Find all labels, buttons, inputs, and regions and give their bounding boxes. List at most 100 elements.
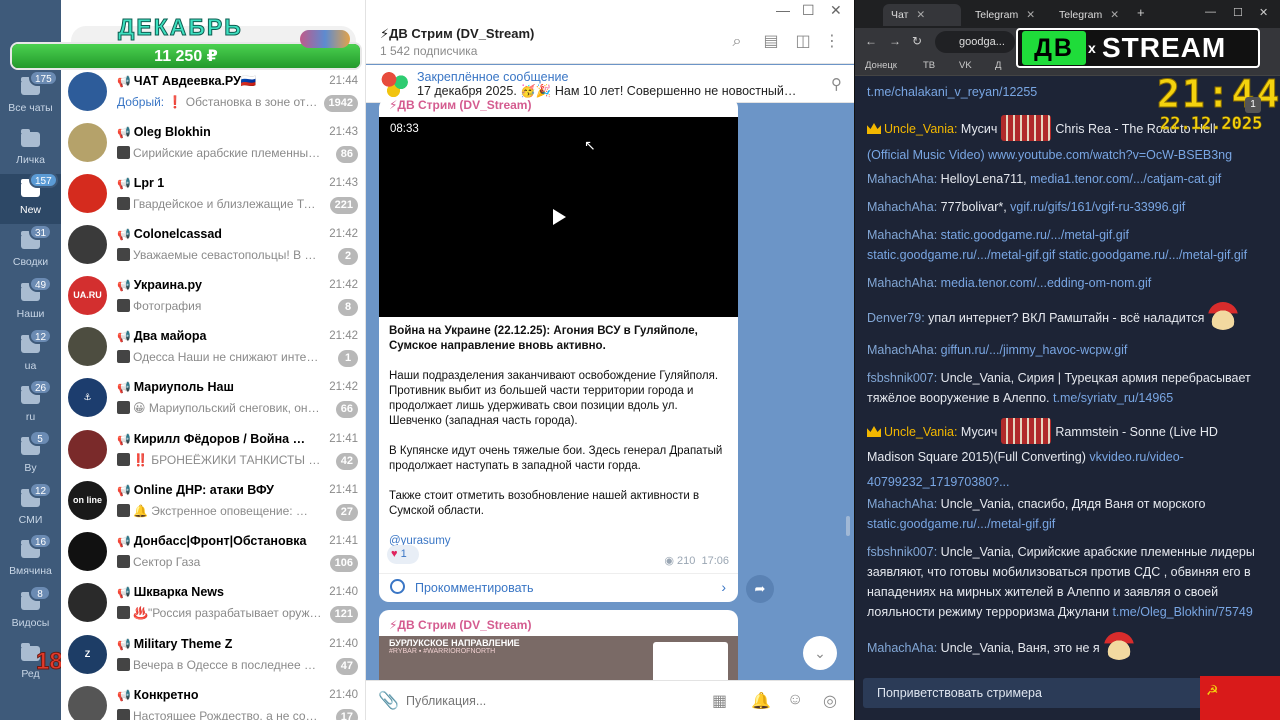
reaction-chip[interactable]: ♥ 1 — [387, 545, 419, 564]
folder-smi[interactable]: 12 СМИ — [0, 482, 61, 534]
message-link[interactable]: media1.tenor.com/.../catjam-cat.gif — [1030, 172, 1221, 186]
tab-telegram-2[interactable]: Telegram ✕ — [1051, 4, 1131, 26]
search-icon[interactable]: ⌕ — [728, 33, 746, 51]
chat-list-item[interactable]: 📢 ЧАТ Авдеевка.РУ🇷🇺 21:44 Добрый: ❗ Обстано… — [61, 66, 365, 117]
accordion-emote — [1001, 115, 1052, 141]
comments-icon[interactable]: ▤ — [762, 33, 780, 51]
new-tab-button[interactable]: + — [1137, 5, 1145, 20]
sidebar-toggle-icon[interactable]: ◫ — [794, 33, 812, 51]
message-nick[interactable]: MahachAha: — [867, 497, 937, 511]
post-author[interactable]: ⚡ДВ Стрим (DV_Stream) — [389, 618, 531, 632]
chat-list-item[interactable]: 📢 Lpr 1 21:43 Гвардейское и близлежащие Тре… — [61, 168, 365, 219]
chat-title-text: Шкварка News — [133, 585, 224, 599]
message-link[interactable]: media.tenor.com/...edding-om-nom.gif — [941, 276, 1152, 290]
chat-message: fsbshnik007: Uncle_Vania, Сирия | Турецк… — [867, 368, 1259, 408]
scrollbar[interactable] — [846, 516, 850, 536]
message-link[interactable]: vgif.ru/gifs/161/vgif-ru-33996.gif — [1010, 200, 1185, 214]
message-nick[interactable]: MahachAha: — [867, 276, 937, 290]
message-nick[interactable]: Uncle_Vania: — [884, 122, 957, 136]
chat-list-item[interactable]: 📢 Шкварка News 21:40 ♨️"Россия разрабатывае… — [61, 577, 365, 628]
message-nick[interactable]: MahachAha: — [867, 343, 937, 357]
close-icon[interactable]: ✕ — [1026, 9, 1035, 21]
forward-icon[interactable]: → — [889, 34, 901, 48]
calendar-icon[interactable]: ▦ — [712, 691, 727, 711]
message-nick[interactable]: Uncle_Vania: — [884, 425, 957, 439]
folder-ua[interactable]: 12 ua — [0, 328, 61, 380]
preview-text: Сектор Газа — [133, 555, 201, 569]
folder-videos[interactable]: 8 Видосы — [0, 585, 61, 637]
maximize-icon[interactable]: ☐ — [802, 2, 815, 19]
message-link[interactable]: (Official Music Video) www.youtube.com/w… — [867, 148, 1232, 162]
bookmark-item[interactable]: Д — [995, 60, 1001, 71]
message-nick[interactable]: fsbshnik007: — [867, 371, 937, 385]
chat-list-item[interactable]: 📢 Oleg Blokhin 21:43 Сирийские арабские пле… — [61, 117, 365, 168]
emoji-icon[interactable]: ☺ — [787, 691, 803, 709]
back-icon[interactable]: ← — [865, 34, 877, 48]
minimize-icon[interactable]: — — [1205, 6, 1216, 18]
message-nick[interactable]: MahachAha: — [867, 228, 937, 242]
tab-chat[interactable]: Чат ✕ — [883, 4, 961, 26]
scroll-down-button[interactable]: ⌄ — [803, 636, 837, 670]
pin-list-icon[interactable]: ⚲ — [831, 75, 842, 93]
message-nick[interactable]: MahachAha: — [867, 641, 937, 655]
message-text: Мусич — [960, 122, 998, 136]
channel-title[interactable]: ⚡ДВ Стрим (DV_Stream) — [380, 26, 534, 42]
post-author[interactable]: ⚡ДВ Стрим (DV_Stream) — [389, 98, 531, 112]
more-options-icon[interactable]: ⋮ — [823, 33, 841, 51]
bookmark-item[interactable]: ТВ — [923, 60, 935, 71]
message-nick[interactable]: fsbshnik007: — [867, 545, 937, 559]
message-link[interactable]: t.me/chalakani_v_reyan/12255 — [867, 85, 1037, 99]
close-icon[interactable]: ✕ — [1110, 9, 1119, 21]
camera-icon[interactable]: ◎ — [823, 691, 837, 711]
avatar — [68, 583, 107, 622]
post-mention-link[interactable]: @yurasumy — [389, 534, 731, 549]
folder-ru[interactable]: 26 ru — [0, 379, 61, 431]
chat-list-item[interactable]: ⚓ 📢 Мариуполь Наш 21:42 😀 Мариупольский снег… — [61, 372, 365, 423]
message-nick[interactable]: MahachAha: — [867, 200, 937, 214]
chat-list-item[interactable]: 📢 Донбасс|Фронт|Обстановка 21:41 Сектор Газ… — [61, 526, 365, 577]
chat-list-item[interactable]: 📢 Два майора 21:42 Одесса Наши не снижают и… — [61, 321, 365, 372]
share-button[interactable]: ➦ — [746, 575, 774, 603]
unread-badge: 221 — [329, 197, 358, 214]
chat-title: 📢 Lpr 1 — [117, 176, 307, 192]
chat-list-item[interactable]: on line 📢 Online ДНР: атаки ВФУ 21:41 🔔 Экст… — [61, 475, 365, 526]
folder-vmyachina[interactable]: 16 Вмячина — [0, 533, 61, 585]
reload-icon[interactable]: ↻ — [912, 34, 922, 48]
chat-list-item[interactable]: 📢Кирилл Фёдоров / Война История ... 21:41… — [61, 424, 365, 475]
message-link[interactable]: t.me/syriatv_ru/14965 — [1053, 391, 1173, 405]
message-input[interactable] — [406, 689, 706, 713]
chat-list-item[interactable]: 📢 Colonelcassad 21:42 Уважаемые севастополь… — [61, 219, 365, 270]
folder-svodki[interactable]: 31 Сводки — [0, 224, 61, 276]
message-nick[interactable]: MahachAha: — [867, 172, 937, 186]
comment-button[interactable]: Прокомментировать › — [379, 573, 738, 602]
folder-all-chats[interactable]: 175 Все чаты — [0, 70, 61, 122]
chat-title: 📢 Oleg Blokhin — [117, 125, 307, 141]
minimize-icon[interactable]: — — [776, 2, 790, 18]
bookmark-item[interactable]: Донецк — [865, 60, 897, 71]
message-link[interactable]: static.goodgame.ru/.../metal-gif.gif — [867, 517, 1055, 531]
close-icon[interactable]: ✕ — [830, 2, 842, 19]
folder-new[interactable]: 157 New — [0, 172, 61, 224]
chat-list-item[interactable]: Z 📢 Military Theme Z 21:40 Вечера в Одессе в… — [61, 629, 365, 680]
message-nick[interactable]: Denver79: — [867, 311, 925, 325]
folder-personal[interactable]: Личка — [0, 124, 61, 174]
close-icon[interactable]: ✕ — [1259, 6, 1268, 19]
chat-list-item[interactable]: UA.RU 📢 Украина.ру 21:42 Фотография 8 — [61, 270, 365, 321]
folder-by[interactable]: 5 By — [0, 430, 61, 482]
paperclip-icon[interactable]: 📎 — [378, 691, 399, 711]
message-link[interactable]: giffun.ru/.../jimmy_havoc-wcpw.gif — [941, 343, 1128, 357]
video-player[interactable]: 08:33 ↖ — [379, 117, 738, 317]
folder-nashi[interactable]: 49 Наши — [0, 276, 61, 328]
chat-list-item[interactable]: 📢 Конкретно 21:40 Настоящее Рождество, а не… — [61, 680, 365, 720]
message-link[interactable]: t.me/Oleg_Blokhin/75749 — [1112, 605, 1252, 619]
tab-telegram[interactable]: Telegram ✕ — [967, 4, 1047, 26]
bookmark-item[interactable]: VK — [959, 60, 972, 71]
maximize-icon[interactable]: ☐ — [1233, 6, 1243, 19]
bell-icon[interactable]: 🔔 — [751, 691, 771, 711]
chat-time: 21:40 — [329, 638, 358, 650]
address-bar[interactable]: goodga... — [935, 31, 1015, 53]
play-icon[interactable] — [553, 209, 566, 225]
folder-label: ua — [24, 360, 37, 372]
preview-thumbnail — [117, 658, 130, 671]
close-icon[interactable]: ✕ — [916, 9, 925, 21]
